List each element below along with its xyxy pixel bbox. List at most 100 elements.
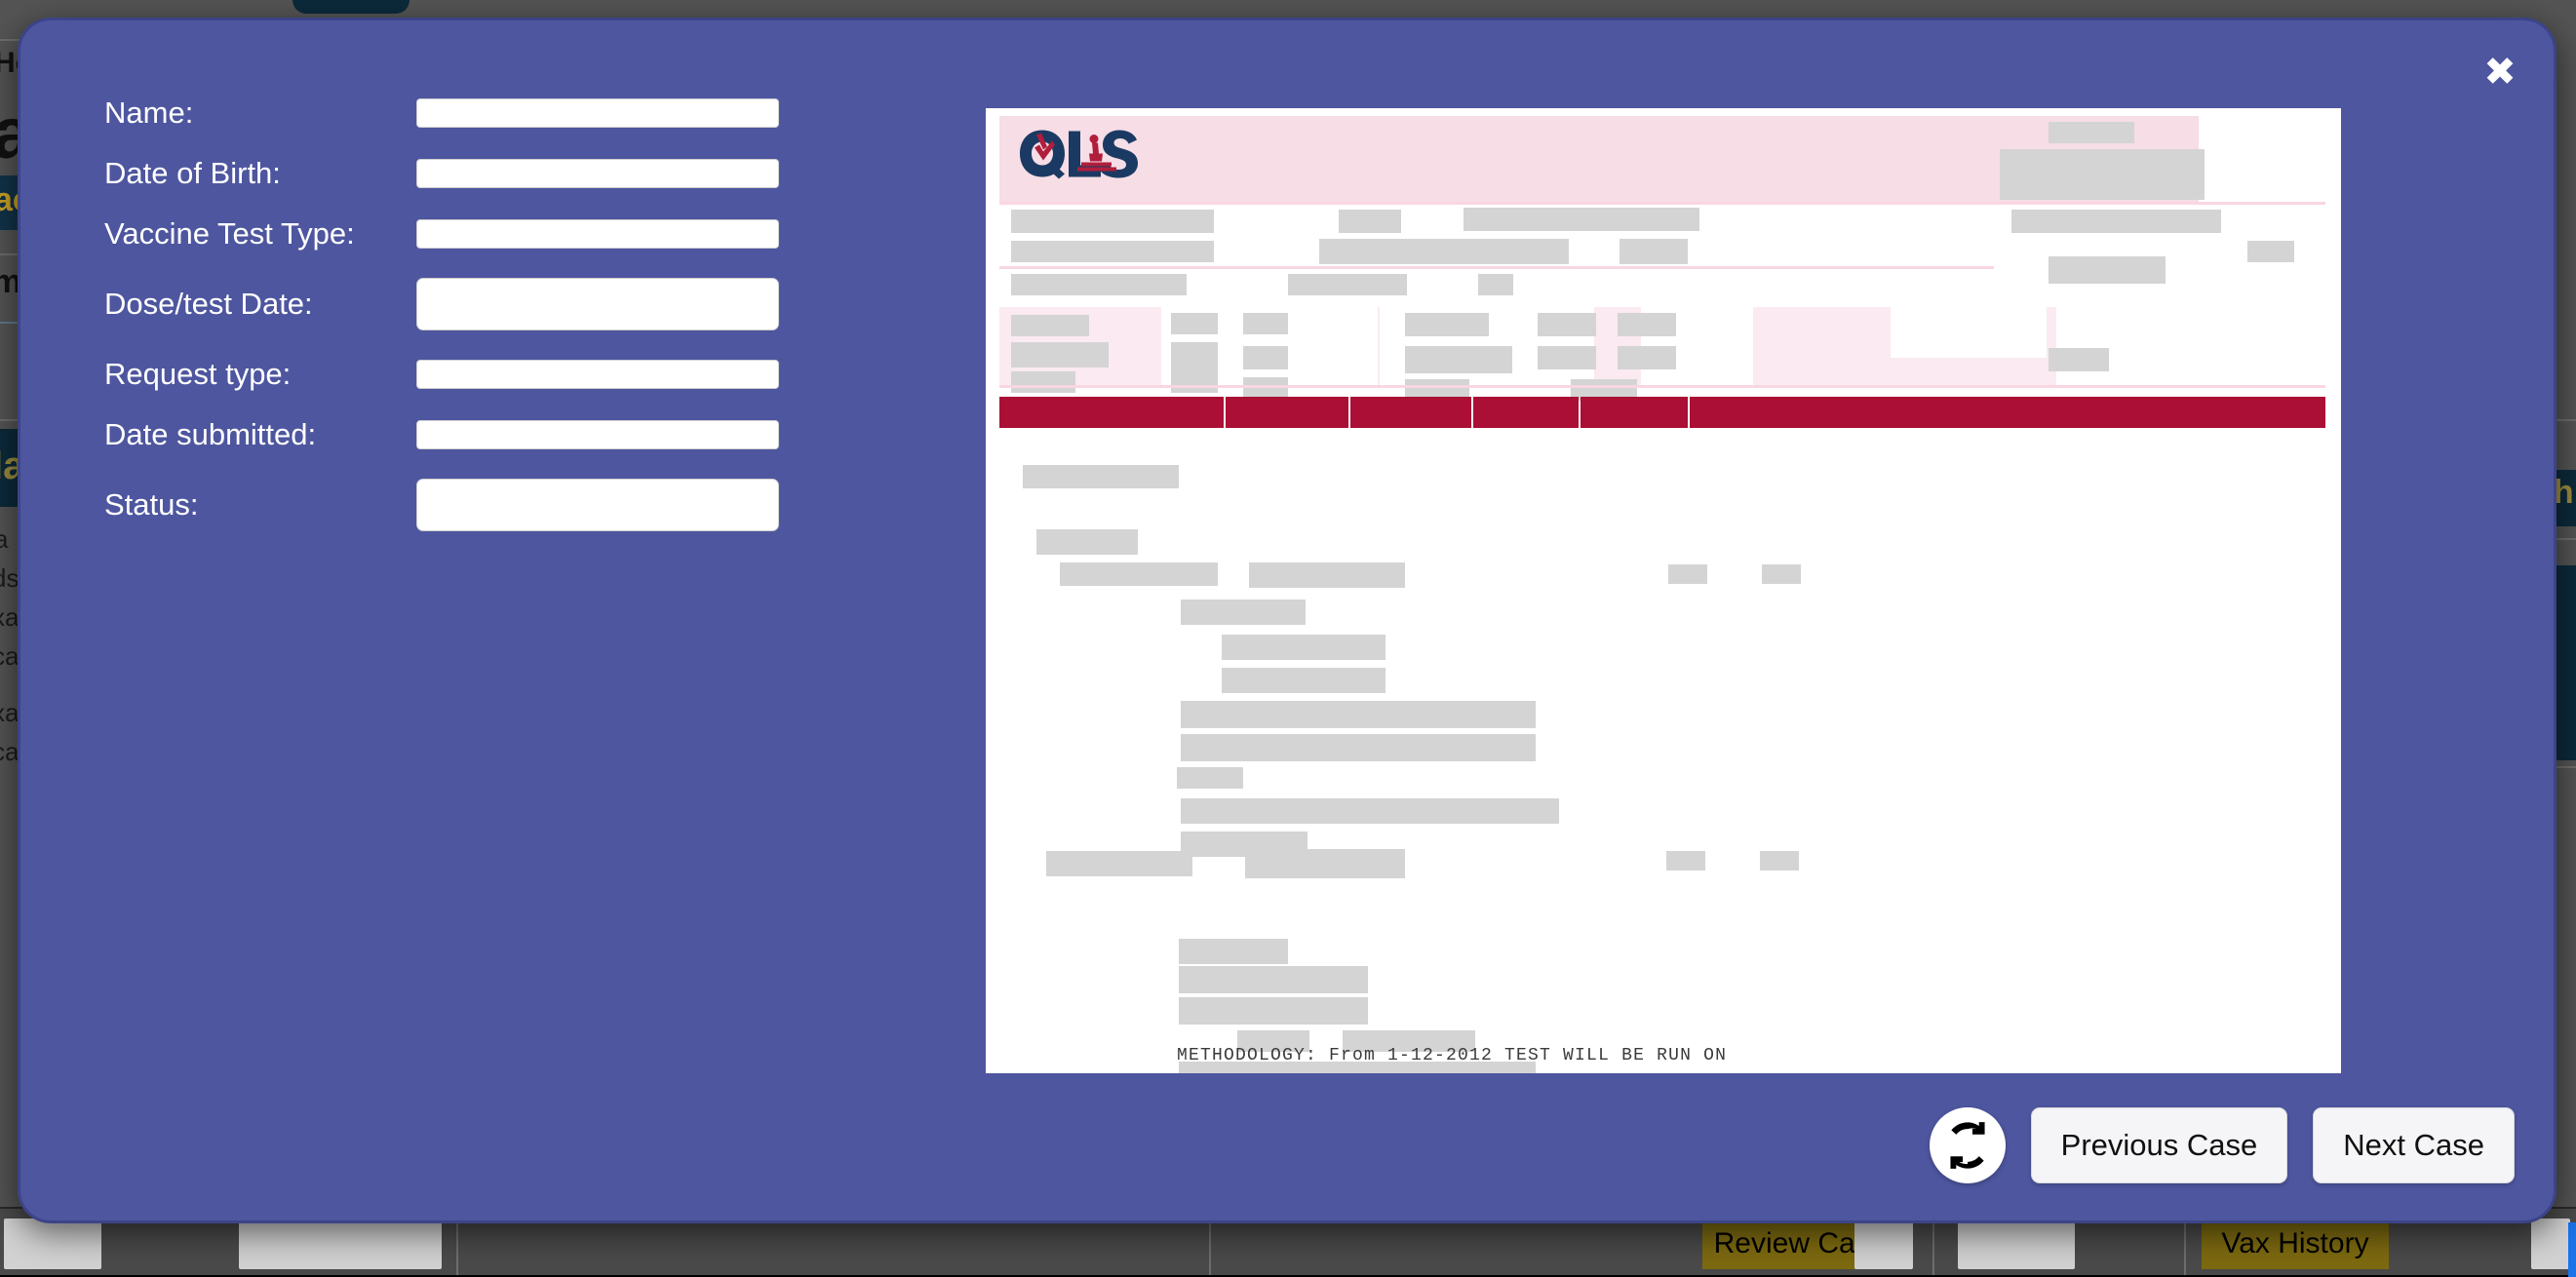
taskbar-accent <box>2568 1222 2576 1277</box>
redacted-block <box>1760 851 1799 871</box>
redacted-block <box>1011 241 1214 262</box>
redacted-block <box>1245 849 1405 878</box>
taskbar-separator <box>1932 1215 1934 1275</box>
bg-tab <box>293 0 410 14</box>
redacted-block <box>2049 348 2109 371</box>
name-input[interactable] <box>416 98 779 128</box>
redacted-block <box>1177 767 1243 789</box>
redacted-block <box>1620 239 1688 264</box>
doc-cell <box>2107 362 2216 385</box>
redacted-block <box>1538 313 1596 336</box>
status-input[interactable] <box>416 479 779 531</box>
redacted-block <box>1222 635 1386 660</box>
redacted-block <box>2011 210 2221 233</box>
redacted-block <box>1249 562 1405 588</box>
redacted-block <box>1243 377 1288 399</box>
vaccine-test-type-input[interactable] <box>416 219 779 249</box>
redacted-block <box>1181 798 1559 824</box>
date-of-birth-input[interactable] <box>416 159 779 188</box>
redacted-block <box>1243 346 1288 369</box>
case-detail-form: Name: Date of Birth: Vaccine Test Type: … <box>104 97 816 559</box>
previous-case-button[interactable]: Previous Case <box>2031 1107 2288 1183</box>
label-status: Status: <box>104 488 416 522</box>
date-submitted-input[interactable] <box>416 420 779 449</box>
table-header-cell <box>1690 397 2325 428</box>
redacted-block <box>1179 997 1368 1025</box>
taskbar-item[interactable] <box>4 1219 101 1269</box>
form-row-status: Status: <box>104 479 816 531</box>
form-row-name: Name: <box>104 97 816 130</box>
redacted-block <box>1179 966 1368 993</box>
label-name: Name: <box>104 97 416 130</box>
redacted-block <box>1023 465 1179 488</box>
bg-fragment-a2: a <box>0 526 8 552</box>
label-request-type: Request type: <box>104 358 416 391</box>
bg-fragment-xa2: xa <box>0 700 19 725</box>
form-row-request-type: Request type: <box>104 358 816 391</box>
redacted-block <box>1538 346 1596 369</box>
redacted-block <box>1762 564 1801 584</box>
table-header-cell <box>1581 397 1688 428</box>
taskbar-item[interactable] <box>2531 1219 2570 1269</box>
redacted-block <box>1618 346 1676 369</box>
doc-cell <box>1891 307 2047 358</box>
form-row-dob: Date of Birth: <box>104 157 816 190</box>
redacted-block <box>1181 734 1536 761</box>
redacted-block <box>1036 529 1138 555</box>
redacted-block <box>2049 122 2134 143</box>
label-vaccine-test-type: Vaccine Test Type: <box>104 217 416 251</box>
redacted-block <box>1668 564 1707 584</box>
redacted-block <box>1060 562 1218 586</box>
label-date-submitted: Date submitted: <box>104 418 416 451</box>
redacted-block <box>1046 851 1192 876</box>
taskbar-vax-history-button[interactable]: Vax History <box>2202 1219 2389 1269</box>
taskbar-separator <box>456 1215 458 1275</box>
redacted-block <box>1011 342 1109 368</box>
label-dose-test-date: Dose/test Date: <box>104 288 416 321</box>
redacted-block <box>2247 241 2294 262</box>
request-type-input[interactable] <box>416 360 779 389</box>
redacted-block <box>1171 313 1218 334</box>
redacted-block <box>1243 313 1288 334</box>
close-icon[interactable]: ✖ <box>2478 50 2522 95</box>
case-review-modal: ✖ Name: Date of Birth: Vaccine Test Type… <box>18 18 2556 1223</box>
redacted-block <box>2000 149 2205 200</box>
label-date-of-birth: Date of Birth: <box>104 157 416 190</box>
redacted-block <box>1011 210 1214 233</box>
redacted-block <box>1181 701 1536 728</box>
redacted-block <box>1181 600 1306 625</box>
redacted-block <box>1288 274 1407 295</box>
taskbar-separator <box>1209 1215 1211 1275</box>
form-row-vaccine-test-type: Vaccine Test Type: <box>104 217 816 251</box>
table-header-cell <box>999 397 1224 428</box>
taskbar-item[interactable] <box>1958 1219 2075 1269</box>
methodology-text: METHODOLOGY: From 1-12-2012 TEST WILL BE… <box>1177 1046 1727 1065</box>
table-header-cell <box>1226 397 1348 428</box>
redacted-block <box>1666 851 1705 871</box>
redacted-block <box>1339 210 1401 233</box>
doc-rule <box>999 385 2325 388</box>
redacted-block <box>1405 346 1512 373</box>
form-row-date-submitted: Date submitted: <box>104 418 816 451</box>
taskbar-item[interactable] <box>239 1219 442 1269</box>
dose-test-date-input[interactable] <box>416 278 779 330</box>
bg-fragment-ds: ds <box>0 565 19 591</box>
redacted-block <box>1011 371 1075 393</box>
taskbar-separator <box>2184 1215 2186 1275</box>
refresh-icon <box>1941 1119 1994 1172</box>
redacted-block <box>1319 239 1569 264</box>
redacted-block <box>1222 668 1386 693</box>
refresh-button[interactable] <box>1930 1107 2006 1183</box>
bg-fragment-ca2: ca <box>0 739 19 764</box>
redacted-block <box>1011 274 1187 295</box>
redacted-block <box>1179 939 1288 964</box>
document-preview[interactable]: METHODOLOGY: From 1-12-2012 TEST WILL BE… <box>986 108 2341 1073</box>
next-case-button[interactable]: Next Case <box>2313 1107 2515 1183</box>
taskbar-item[interactable] <box>1854 1219 1913 1269</box>
qls-logo-icon <box>1017 126 1144 180</box>
redacted-block <box>1618 313 1676 336</box>
form-row-dose-test-date: Dose/test Date: <box>104 278 816 330</box>
modal-footer-actions: Previous Case Next Case <box>1930 1107 2515 1183</box>
redacted-block <box>1405 313 1489 336</box>
doc-masthead-gap <box>2199 116 2325 202</box>
